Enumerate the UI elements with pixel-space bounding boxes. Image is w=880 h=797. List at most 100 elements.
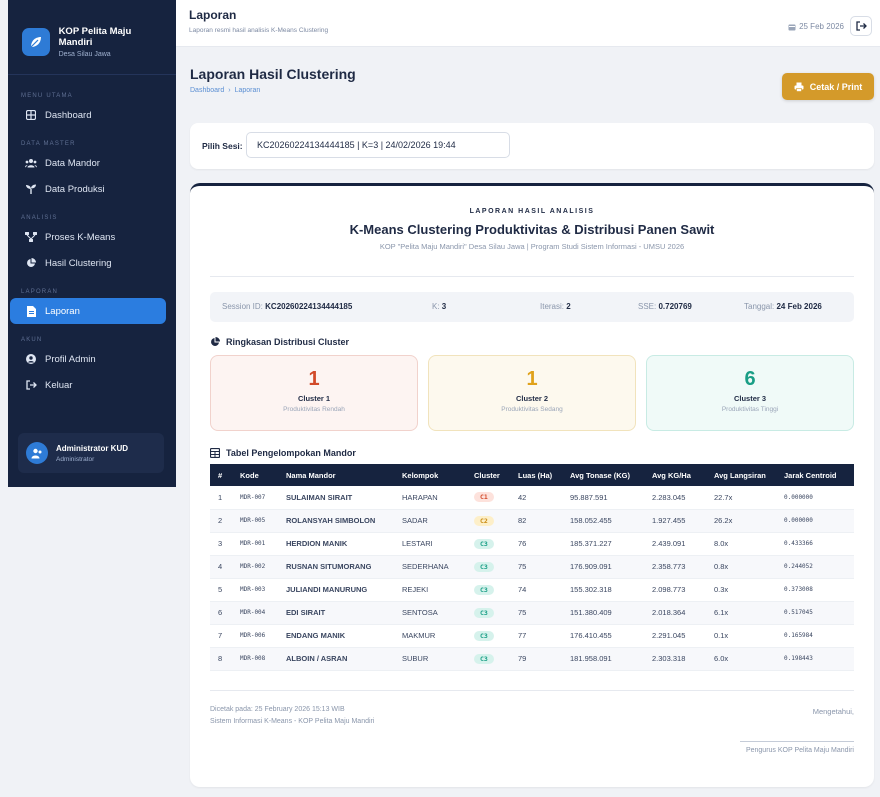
user-card[interactable]: Administrator KUD Administrator bbox=[18, 433, 164, 473]
cell-cluster: C3 bbox=[466, 578, 510, 602]
col-tonase: Avg Tonase (KG) bbox=[570, 470, 631, 480]
seedling-icon bbox=[23, 184, 39, 195]
cell-kelompok: HARAPAN bbox=[394, 486, 466, 510]
meta-tanggal: Tanggal: 24 Feb 2026 bbox=[744, 302, 822, 311]
cluster-badge: C2 bbox=[474, 515, 494, 526]
user-role: Administrator bbox=[56, 455, 95, 463]
page-title: Laporan Hasil Clustering bbox=[190, 66, 356, 82]
cluster-name: Cluster 1 bbox=[297, 394, 331, 403]
brand-subtitle: Desa Silau Jawa bbox=[58, 51, 111, 58]
cluster-badge: C3 bbox=[474, 607, 494, 618]
section-akun: AKUN bbox=[21, 337, 43, 343]
cell-jarak: 0.165984 bbox=[776, 624, 854, 648]
cell-nama: ROLANSYAH SIMBOLON bbox=[278, 509, 394, 533]
cell-tonase: 176.909.091 bbox=[562, 555, 644, 579]
cell-no: 4 bbox=[210, 555, 232, 579]
cell-jarak: 0.517045 bbox=[776, 601, 854, 625]
sidebar-item-label: Profil Admin bbox=[45, 353, 96, 365]
cluster-count: 1 bbox=[308, 368, 320, 390]
sidebar-item-keluar[interactable]: Keluar bbox=[10, 372, 166, 398]
pie-chart-icon bbox=[211, 337, 220, 346]
sidebar-item-dashboard[interactable]: Dashboard bbox=[10, 102, 166, 128]
cell-tonase: 158.052.455 bbox=[562, 509, 644, 533]
table-row: 6 MDR-004 EDI SIRAIT SENTOSA C3 75 151.380.409… bbox=[210, 601, 854, 625]
sidebar-item-label: Hasil Clustering bbox=[45, 257, 112, 269]
cell-jarak: 0.000000 bbox=[776, 509, 854, 533]
session-select[interactable]: KC20260224134444185 | K=3 | 24/02/2026 1… bbox=[246, 132, 510, 158]
cell-kgha: 2.283.045 bbox=[644, 486, 706, 510]
sidebar-item-data-produksi[interactable]: Data Produksi bbox=[10, 176, 166, 202]
cell-luas: 75 bbox=[510, 601, 562, 625]
cell-cluster: C2 bbox=[466, 509, 510, 533]
report-kicker: LAPORAN HASIL ANALISIS bbox=[469, 208, 595, 215]
cluster-badge: C3 bbox=[474, 653, 494, 664]
cell-langsiran: 0.1x bbox=[706, 624, 776, 648]
cell-langsiran: 22.7x bbox=[706, 486, 776, 510]
grid-icon bbox=[23, 110, 39, 120]
report-meta-bar: Session ID: KC20260224134444185 K: 3 Ite… bbox=[210, 292, 854, 322]
report-card: LAPORAN HASIL ANALISIS K-Means Clusterin… bbox=[190, 183, 874, 787]
cell-nama: ENDANG MANIK bbox=[278, 624, 394, 648]
cell-no: 6 bbox=[210, 601, 232, 625]
cluster-name: Cluster 3 bbox=[733, 394, 767, 403]
cluster-badge: C1 bbox=[474, 492, 494, 503]
table-row: 3 MDR-001 HERDION MANIK LESTARI C3 76 185.371.… bbox=[210, 532, 854, 556]
cell-kgha: 1.927.455 bbox=[644, 509, 706, 533]
cell-tonase: 95.887.591 bbox=[562, 486, 644, 510]
cell-kgha: 2.291.045 bbox=[644, 624, 706, 648]
sidebar-item-label: Data Produksi bbox=[45, 183, 105, 195]
sidebar-item-data-mandor[interactable]: Data Mandor bbox=[10, 150, 166, 176]
topbar: Laporan Laporan resmi hasil analisis K-M… bbox=[176, 0, 880, 47]
table-row: 4 MDR-002 RUSNAN SITUMORANG SEDERHANA C3 75 17… bbox=[210, 555, 854, 579]
sidebar-item-hasil-clustering[interactable]: Hasil Clustering bbox=[10, 250, 166, 276]
print-button[interactable]: Cetak / Print bbox=[782, 73, 874, 100]
cell-kode: MDR-006 bbox=[232, 624, 278, 648]
breadcrumb: Dashboard › Laporan bbox=[190, 87, 260, 94]
cell-kode: MDR-002 bbox=[232, 555, 278, 579]
topbar-subtitle: Laporan resmi hasil analisis K-Means Clu… bbox=[189, 27, 329, 34]
table-row: 7 MDR-006 ENDANG MANIK MAKMUR C3 77 176.410.45… bbox=[210, 624, 854, 648]
cell-kgha: 2.018.364 bbox=[644, 601, 706, 625]
cell-kode: MDR-001 bbox=[232, 532, 278, 556]
cell-no: 2 bbox=[210, 509, 232, 533]
cell-cluster: C3 bbox=[466, 532, 510, 556]
file-icon bbox=[23, 305, 39, 317]
report-divider bbox=[210, 276, 854, 277]
sidebar-item-label: Data Mandor bbox=[45, 157, 100, 169]
cluster-desc: Produktivitas Sedang bbox=[501, 406, 563, 413]
col-luas: Luas (Ha) bbox=[518, 470, 553, 480]
col-kelompok: Kelompok bbox=[402, 470, 439, 480]
sidebar-item-laporan[interactable]: Laporan bbox=[10, 298, 166, 324]
meta-k: K: 3 bbox=[432, 302, 447, 311]
cell-cluster: C1 bbox=[466, 486, 510, 510]
sidebar-item-profil-admin[interactable]: Profil Admin bbox=[10, 346, 166, 372]
topbar-date-text: 25 Feb 2026 bbox=[799, 22, 844, 31]
sidebar-item-proses-kmeans[interactable]: Proses K-Means bbox=[10, 224, 166, 250]
cell-nama: RUSNAN SITUMORANG bbox=[278, 555, 394, 579]
table-row: 8 MDR-008 ALBOIN / ASRAN SUBUR C3 79 181.958.0… bbox=[210, 647, 854, 671]
cell-luas: 82 bbox=[510, 509, 562, 533]
cell-kode: MDR-003 bbox=[232, 578, 278, 602]
cell-luas: 42 bbox=[510, 486, 562, 510]
col-kgha: Avg KG/Ha bbox=[652, 470, 691, 480]
cell-kode: MDR-008 bbox=[232, 647, 278, 671]
section-analisis: ANALISIS bbox=[21, 215, 58, 221]
cell-cluster: C3 bbox=[466, 624, 510, 648]
col-cluster: Cluster bbox=[474, 470, 500, 480]
cell-kode: MDR-004 bbox=[232, 601, 278, 625]
mandor-table: # Kode Nama Mandor Kelompok Cluster Luas… bbox=[210, 464, 854, 671]
cluster-count: 6 bbox=[744, 368, 756, 390]
cluster-desc: Produktivitas Rendah bbox=[283, 406, 345, 413]
summary-title: Ringkasan Distribusi Cluster bbox=[226, 337, 350, 347]
brand-name: KOP Pelita Maju Mandiri bbox=[58, 26, 132, 48]
cluster-desc: Produktivitas Tinggi bbox=[721, 406, 779, 413]
cell-no: 1 bbox=[210, 486, 232, 510]
print-button-label: Cetak / Print bbox=[809, 81, 863, 92]
logout-button[interactable] bbox=[850, 16, 872, 36]
breadcrumb-dashboard[interactable]: Dashboard bbox=[190, 87, 224, 94]
sidebar-item-label: Keluar bbox=[45, 379, 73, 391]
cell-nama: JULIANDI MANURUNG bbox=[278, 578, 394, 602]
calendar-icon bbox=[788, 24, 796, 30]
meta-sse: SSE: 0.720769 bbox=[638, 302, 692, 311]
cell-tonase: 181.958.091 bbox=[562, 647, 644, 671]
